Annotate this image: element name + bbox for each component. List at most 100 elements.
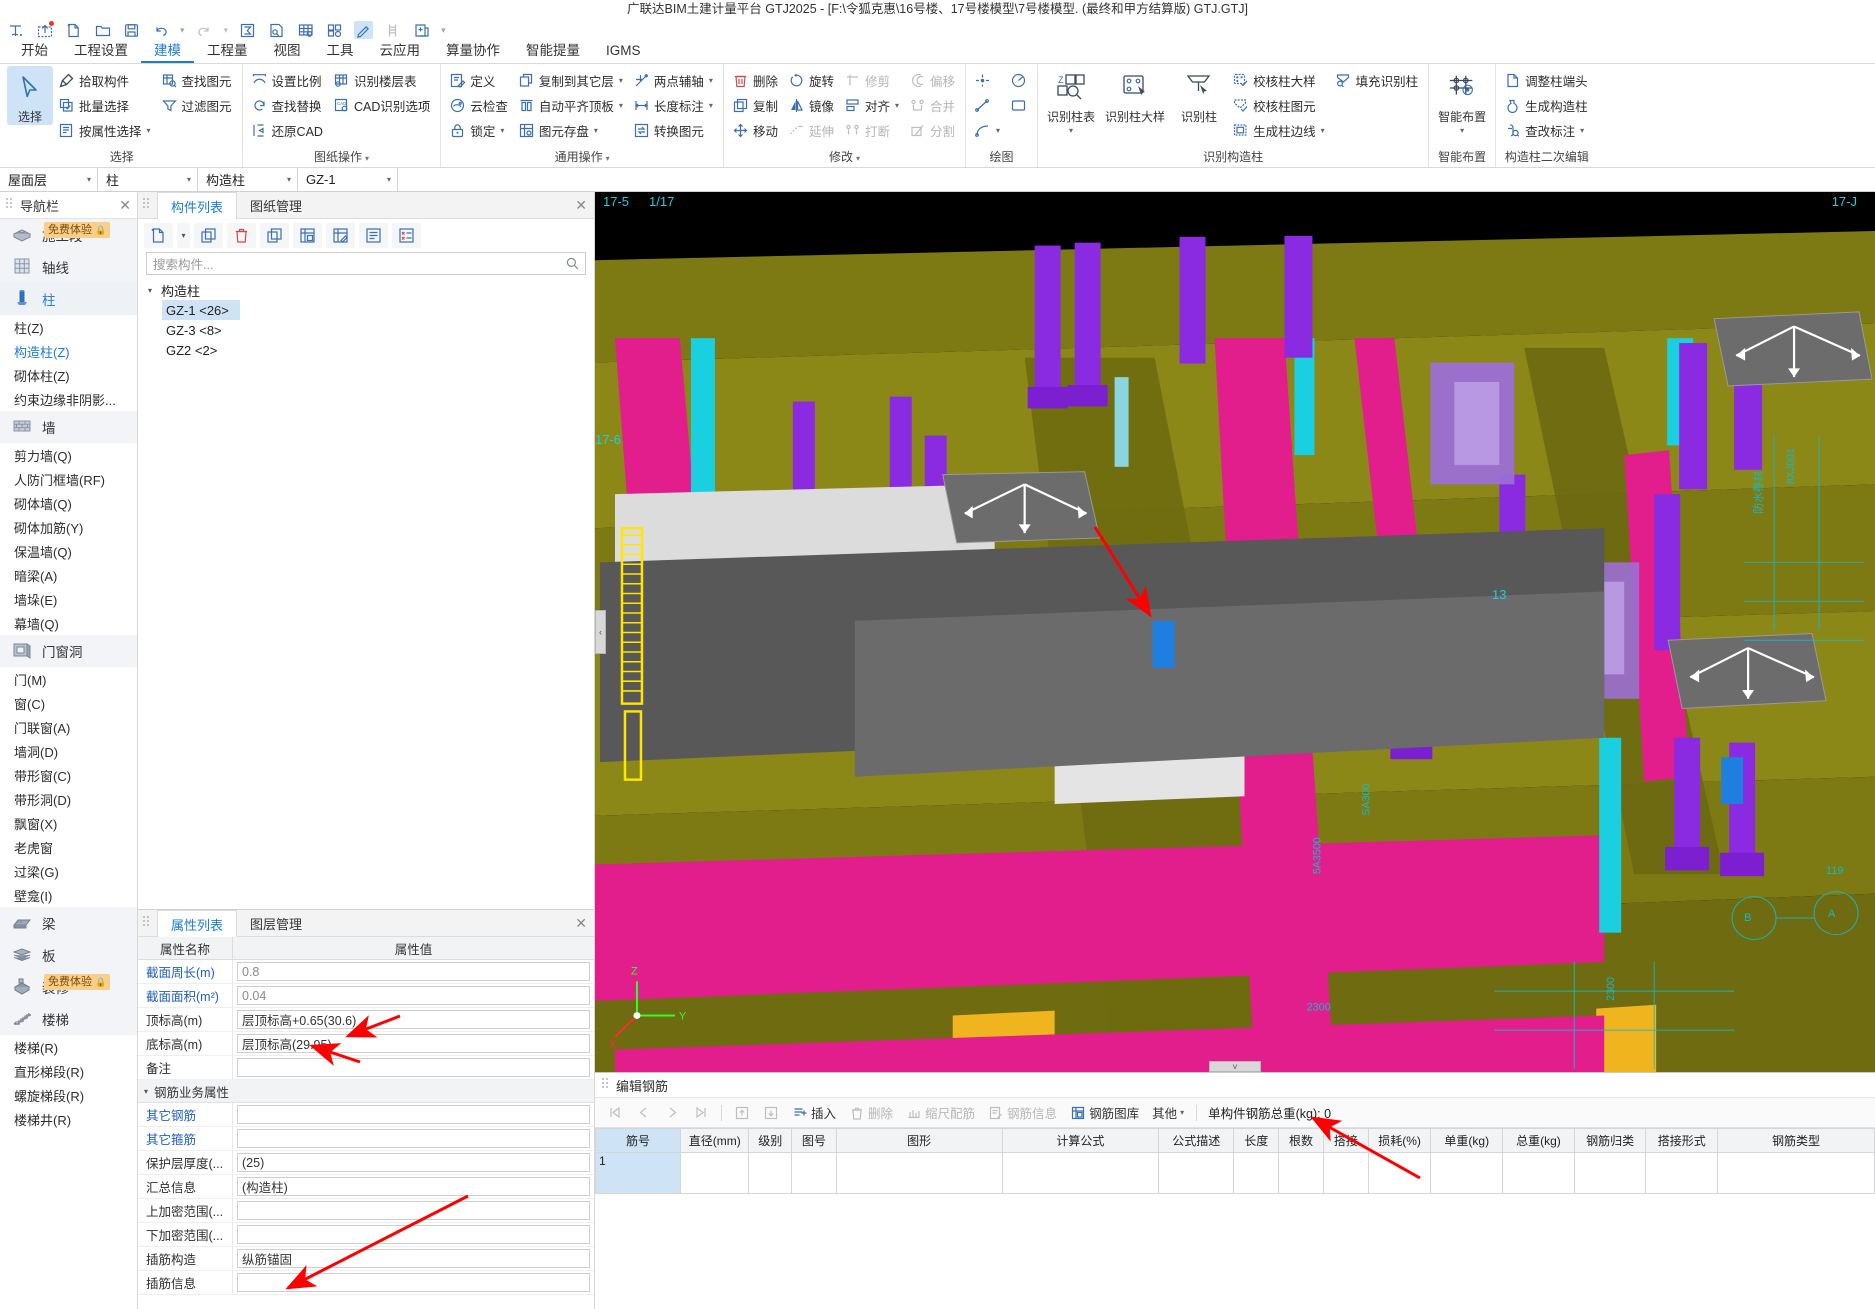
chevron-down-icon[interactable]: ▾ <box>709 101 713 110</box>
table-query-icon[interactable] <box>296 21 315 39</box>
draw-point-button[interactable] <box>971 68 1005 92</box>
property-value-input[interactable]: 0.8 <box>237 962 590 981</box>
nav-group-axis[interactable]: 轴线 <box>0 251 137 283</box>
chevron-down-icon[interactable]: ▾ <box>709 76 713 85</box>
chevron-down-icon[interactable]: ▾ <box>1069 126 1073 135</box>
chevron-down-icon[interactable]: ▾ <box>1580 126 1584 135</box>
nav-group-stair[interactable]: 楼梯 <box>0 1003 137 1035</box>
rebar-cell[interactable] <box>1233 1152 1280 1194</box>
type-selector[interactable]: 构造柱 ▾ <box>198 168 298 191</box>
delete-component-button[interactable] <box>227 223 256 248</box>
free-trial-badge[interactable]: 免费体验 🔒 <box>44 222 111 238</box>
nav-item-constrained-edge[interactable]: 约束边缘非阴影... <box>0 387 137 411</box>
draw-arc-button[interactable]: ▾ <box>971 118 1005 142</box>
rebar-cell[interactable] <box>748 1152 792 1194</box>
chevron-down-icon[interactable]: ▾ <box>387 175 391 184</box>
new-component-dropdown-button[interactable]: ▾ <box>177 223 190 248</box>
rebar-col-count[interactable]: 根数 <box>1278 1128 1324 1153</box>
menu-item-collaboration[interactable]: 算量协作 <box>433 41 513 63</box>
element-save-button[interactable]: 图元存盘 ▾ <box>515 118 628 142</box>
save-icon[interactable] <box>122 21 141 39</box>
rebar-cell[interactable] <box>1573 1152 1647 1194</box>
rebar-col-diameter[interactable]: 直径(mm) <box>680 1128 750 1153</box>
chevron-down-icon[interactable]: ▾ <box>856 154 860 163</box>
chevron-down-icon[interactable]: ▾ <box>500 126 504 135</box>
edit-component-button[interactable] <box>326 223 355 248</box>
recognize-column-detail-button[interactable]: 识别柱大样 <box>1101 66 1169 125</box>
more-icon[interactable]: ▾ <box>441 25 446 36</box>
rebar-library-button[interactable]: 钢筋图库 <box>1065 1101 1144 1124</box>
chevron-down-icon[interactable]: ▾ <box>187 175 191 184</box>
rebar-col-unit-weight[interactable]: 单重(kg) <box>1430 1128 1504 1153</box>
nav-item-structural-column-z[interactable]: 构造柱(Z) <box>0 339 137 363</box>
chevron-down-icon[interactable]: ▾ <box>1460 126 1464 135</box>
nav-group-beam[interactable]: 梁 <box>0 907 137 939</box>
nav-item-hidden-beam[interactable]: 暗梁(A) <box>0 563 137 587</box>
remark-input[interactable] <box>237 1058 590 1077</box>
edit-pen-icon[interactable] <box>354 21 374 39</box>
nav-item-strip-opening[interactable]: 带形洞(D) <box>0 787 137 811</box>
chevron-down-icon[interactable]: ▾ <box>147 126 151 135</box>
recognize-column-button[interactable]: 识别柱 <box>1171 66 1227 125</box>
component-item-gz3[interactable]: GZ-3 <8> <box>148 320 594 340</box>
undo-dropdown-icon[interactable]: ▾ <box>180 25 185 36</box>
nav-item-shear-wall[interactable]: 剪力墙(Q) <box>0 443 137 467</box>
rebar-col-number[interactable]: 筋号 <box>595 1128 682 1153</box>
tab-property-list[interactable]: 属性列表 <box>157 910 238 937</box>
menu-item-project-settings[interactable]: 工程设置 <box>61 41 141 63</box>
menu-item-igms[interactable]: IGMS <box>593 41 654 63</box>
rebar-cell[interactable] <box>1645 1152 1719 1194</box>
grid-query-icon[interactable] <box>325 21 344 39</box>
bottom-elevation-input[interactable]: 层顶标高(29.95) <box>237 1034 590 1053</box>
draw-circle-button[interactable] <box>1007 68 1032 92</box>
tab-drawing-management[interactable]: 图纸管理 <box>237 192 315 218</box>
rebar-cell[interactable] <box>1502 1152 1575 1194</box>
nav-item-wall-opening[interactable]: 墙洞(D) <box>0 739 137 763</box>
free-trial-badge[interactable]: 免费体验 🔒 <box>44 974 111 990</box>
chevron-down-icon[interactable]: ▾ <box>287 175 291 184</box>
rebar-col-loss[interactable]: 损耗(%) <box>1367 1128 1432 1153</box>
rebar-cell[interactable] <box>1158 1152 1235 1194</box>
recognize-column-table-button[interactable]: Z 识别柱表 ▾ <box>1043 66 1099 135</box>
nav-group-column[interactable]: 柱 <box>0 283 137 315</box>
set-scale-button[interactable]: 设置比例 <box>248 68 328 92</box>
rebar-col-grade[interactable]: 级别 <box>748 1128 792 1153</box>
drag-grip-icon[interactable] <box>602 1078 610 1092</box>
generate-column-edge-button[interactable]: 生成柱边线 ▾ <box>1229 118 1330 142</box>
batch-rename-button[interactable] <box>392 223 421 248</box>
rebar-cell[interactable] <box>1001 1152 1160 1194</box>
property-value-input[interactable] <box>237 1225 590 1244</box>
chevron-down-icon[interactable]: ▾ <box>1180 1108 1184 1117</box>
copy-component-button[interactable] <box>194 223 223 248</box>
mirror-button[interactable]: 镜像 <box>785 93 839 117</box>
member-selector[interactable]: GZ-1 ▾ <box>298 168 398 191</box>
rebar-cell[interactable] <box>835 1152 1003 1194</box>
viewport-collapse-handle[interactable]: ‹ <box>595 610 606 654</box>
define-button[interactable]: 定义 <box>446 68 513 92</box>
rebar-col-figure-no[interactable]: 图号 <box>790 1128 837 1153</box>
chevron-down-icon[interactable]: ▾ <box>365 154 369 163</box>
nav-item-stair[interactable]: 楼梯(R) <box>0 1035 137 1059</box>
draw-rect-button[interactable] <box>1007 93 1032 117</box>
rebar-table-scroll[interactable]: 筋号 直径(mm) 级别 图号 图形 计算公式 公式描述 长度 根数 搭接 损耗 <box>595 1128 1875 1309</box>
nav-item-stairwell[interactable]: 楼梯井(R) <box>0 1107 137 1131</box>
chevron-down-icon[interactable]: ▾ <box>148 286 157 295</box>
list-view-button[interactable] <box>359 223 388 248</box>
move-button[interactable]: 移动 <box>729 118 783 142</box>
batch-select-button[interactable]: 批量选择 <box>55 93 156 117</box>
property-value-input[interactable]: 0.04 <box>237 986 590 1005</box>
nav-item-insulation-wall[interactable]: 保温墙(Q) <box>0 539 137 563</box>
chevron-down-icon[interactable]: ▾ <box>619 101 623 110</box>
nav-group-door-window-opening[interactable]: 门窗洞 <box>0 635 137 667</box>
rebar-cell[interactable] <box>790 1152 837 1194</box>
model-3d-viewport[interactable]: B A 119 8XJ001 防水卷材 SA300 2300 2300 5A35… <box>595 192 1875 1072</box>
duplicate-component-button[interactable] <box>260 223 289 248</box>
property-value-input[interactable]: (构造柱) <box>237 1177 590 1196</box>
rebar-cell[interactable] <box>1430 1152 1504 1194</box>
rebar-col-formula-desc[interactable]: 公式描述 <box>1158 1128 1235 1153</box>
rebar-col-formula[interactable]: 计算公式 <box>1001 1128 1160 1153</box>
rebar-col-classification[interactable]: 钢筋归类 <box>1573 1128 1647 1153</box>
tab-component-list[interactable]: 构件列表 <box>157 192 238 219</box>
sum-icon[interactable] <box>238 21 257 39</box>
pick-element-button[interactable]: 拾取构件 <box>55 68 156 92</box>
